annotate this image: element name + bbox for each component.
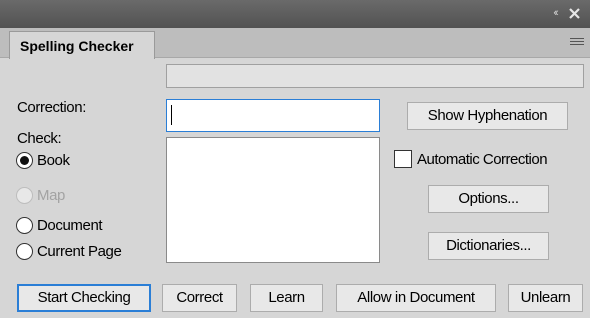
- correction-input[interactable]: [166, 99, 380, 132]
- radio-button-selected[interactable]: [16, 151, 33, 169]
- check-label: Check:: [17, 130, 62, 147]
- show-hyphenation-button[interactable]: Show Hyphenation: [407, 102, 568, 130]
- text-caret: [171, 105, 172, 125]
- start-checking-button[interactable]: Start Checking: [17, 284, 151, 312]
- radio-label-map: Map: [37, 186, 65, 204]
- hamburger-menu-icon[interactable]: [570, 38, 584, 49]
- automatic-correction-checkbox[interactable]: [394, 150, 412, 168]
- radio-book[interactable]: Book: [16, 149, 70, 171]
- radio-button[interactable]: [16, 216, 33, 234]
- dictionaries-button[interactable]: Dictionaries...: [428, 232, 549, 260]
- unlearn-button[interactable]: Unlearn: [508, 284, 583, 312]
- automatic-correction-option[interactable]: Automatic Correction: [394, 148, 548, 170]
- correct-button[interactable]: Correct: [162, 284, 237, 312]
- radio-label-document: Document: [37, 216, 103, 234]
- panel-title-bar: ‹‹: [0, 0, 590, 28]
- radio-document[interactable]: Document: [16, 214, 103, 236]
- radio-button[interactable]: [16, 242, 33, 260]
- suggestions-list[interactable]: [166, 137, 380, 263]
- tab-spelling-checker[interactable]: Spelling Checker: [9, 31, 155, 59]
- radio-map: Map: [16, 184, 65, 206]
- radio-current-page[interactable]: Current Page: [16, 240, 122, 262]
- automatic-correction-label: Automatic Correction: [417, 150, 548, 168]
- allow-in-document-button[interactable]: Allow in Document: [336, 284, 496, 312]
- collapse-icon[interactable]: ‹‹: [546, 6, 564, 20]
- options-button[interactable]: Options...: [428, 185, 549, 213]
- radio-label-current-page: Current Page: [37, 242, 122, 260]
- correction-label: Correction:: [17, 99, 86, 116]
- radio-label-book: Book: [37, 151, 70, 169]
- tab-row: Spelling Checker: [0, 28, 590, 59]
- spelling-checker-panel: ‹‹ Spelling Checker Correction: Check: B…: [0, 0, 590, 318]
- close-icon[interactable]: [567, 4, 583, 22]
- status-bar: [166, 64, 584, 88]
- radio-button-disabled: [16, 186, 33, 204]
- learn-button[interactable]: Learn: [250, 284, 323, 312]
